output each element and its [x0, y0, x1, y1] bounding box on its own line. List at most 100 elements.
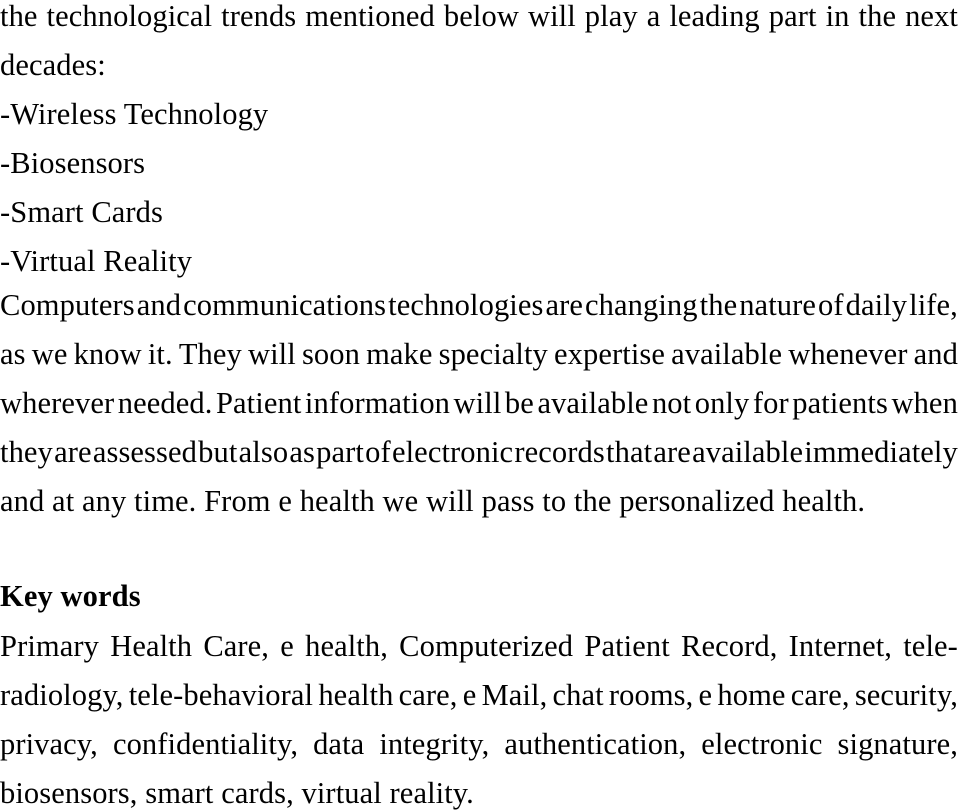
keywords-line-4: biosensors, smart cards, virtual reality…	[0, 776, 474, 810]
word: when	[891, 386, 958, 420]
word: integrity,	[379, 727, 490, 761]
list-marker: -	[0, 97, 11, 131]
list-item-label: Biosensors	[10, 146, 146, 180]
body-line-3: wherever needed. Patient information wil…	[0, 385, 958, 421]
word: whenever	[788, 337, 908, 371]
body-line-4: they are assessed but also as part of el…	[0, 434, 958, 470]
word: daily	[845, 288, 908, 322]
word: electronic	[391, 435, 514, 469]
word: only	[694, 386, 750, 420]
word: in	[825, 0, 850, 33]
word: signature,	[837, 727, 958, 761]
word: will	[453, 386, 502, 420]
word: available	[537, 386, 649, 420]
word: electronic	[701, 727, 823, 761]
word: tele-behavioral	[128, 678, 314, 712]
word: information	[304, 386, 451, 420]
word: part	[316, 435, 364, 469]
word: privacy,	[0, 727, 98, 761]
word: Computerized	[399, 629, 574, 663]
word: be	[504, 386, 534, 420]
word: for	[752, 386, 789, 420]
word: as	[289, 435, 315, 469]
body-line-5: and at any time. From e health we will p…	[0, 484, 866, 518]
word: next	[905, 0, 958, 33]
word: data	[313, 727, 365, 761]
keywords-line-1: Primary Health Care, e health, Computeri…	[0, 628, 958, 664]
word: care,	[790, 678, 850, 712]
intro-line-2: decades:	[0, 48, 106, 82]
word: home	[717, 678, 786, 712]
intro-line-1: the technological trends mentioned below…	[0, 0, 958, 34]
word: trends	[221, 0, 297, 33]
word: patients	[792, 386, 888, 420]
word: Record,	[681, 629, 778, 663]
list-item-smart-cards: -Smart Cards	[0, 194, 958, 230]
word: also	[238, 435, 289, 469]
word: it.	[147, 337, 173, 371]
word: confidentiality,	[112, 727, 299, 761]
list-marker: -	[0, 146, 11, 180]
word: are	[54, 435, 92, 469]
word: Primary	[0, 629, 99, 663]
word: are	[653, 435, 691, 469]
document-page: the technological trends mentioned below…	[0, 0, 960, 810]
word: Care,	[203, 629, 270, 663]
word: e	[462, 678, 477, 712]
word: Health	[110, 629, 193, 663]
word: as	[0, 337, 26, 371]
word: They	[178, 337, 242, 371]
word: make	[366, 337, 433, 371]
word: Internet,	[788, 629, 893, 663]
word: immediately	[804, 435, 958, 469]
word: expertise	[554, 337, 666, 371]
word: and	[136, 288, 182, 322]
word: life,	[909, 288, 958, 322]
keywords-line-2: radiology, tele-behavioral health care, …	[0, 677, 958, 713]
word: they	[0, 435, 53, 469]
word: know	[73, 337, 142, 371]
body-line-2: as we know it. They will soon make speci…	[0, 336, 958, 372]
list-item-label: Wireless Technology	[10, 97, 269, 131]
word: but	[198, 435, 238, 469]
body-line-1: Computers and communications technologie…	[0, 287, 958, 323]
word: e	[280, 629, 294, 663]
word: Computers	[0, 288, 135, 322]
list-marker: -	[0, 244, 11, 278]
word: Mail,	[481, 678, 548, 712]
word: wherever	[0, 386, 115, 420]
list-item-label: Smart Cards	[10, 195, 164, 229]
word: specialty	[438, 337, 548, 371]
word: needed.	[117, 386, 213, 420]
word: care,	[398, 678, 458, 712]
word: play	[584, 0, 638, 33]
word: the	[858, 0, 897, 33]
word: rooms,	[608, 678, 694, 712]
list-item-wireless-technology: -Wireless Technology	[0, 96, 958, 132]
word: of	[818, 288, 844, 322]
list-marker: -	[0, 195, 11, 229]
word: records	[514, 435, 605, 469]
word: the	[0, 0, 38, 33]
word: Patient	[584, 629, 670, 663]
word: chat	[552, 678, 604, 712]
word: are	[545, 288, 584, 322]
word: not	[651, 386, 692, 420]
word: part	[768, 0, 817, 33]
word: will	[247, 337, 296, 371]
word: available	[692, 435, 804, 469]
word: mentioned	[305, 0, 435, 33]
word: the	[699, 288, 738, 322]
word: available	[671, 337, 783, 371]
word: assessed	[92, 435, 197, 469]
word: and	[913, 337, 958, 371]
word: tele-	[903, 629, 958, 663]
word: that	[606, 435, 653, 469]
word: e	[698, 678, 713, 712]
list-item-virtual-reality: -Virtual Reality	[0, 243, 958, 279]
word: below	[443, 0, 519, 33]
word: nature	[739, 288, 817, 322]
word: of	[365, 435, 391, 469]
word: changing	[585, 288, 698, 322]
word: technologies	[388, 288, 544, 322]
